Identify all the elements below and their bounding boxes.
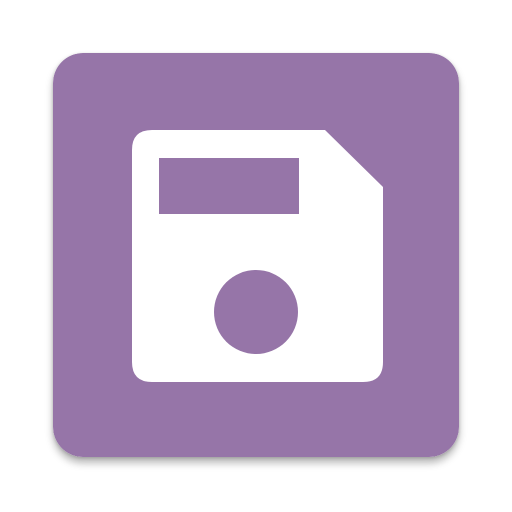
floppy-disk-hub-circle: [214, 270, 298, 354]
floppy-disk-save-icon: [53, 53, 459, 457]
app-icon-canvas: [0, 0, 512, 512]
app-icon-tile[interactable]: [53, 53, 459, 457]
floppy-disk-label-slot: [159, 158, 299, 214]
